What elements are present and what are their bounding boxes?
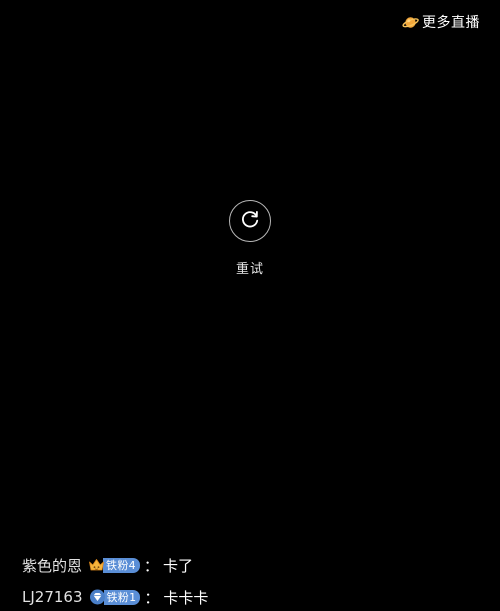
chat-list: 紫色的恩 铁粉4 ： 卡了 LJ27163 铁粉1 ： 卡卡卡 <box>22 551 492 611</box>
retry-circle[interactable] <box>229 200 271 242</box>
chat-separator: ： <box>143 556 159 575</box>
retry-label: 重试 <box>235 262 264 277</box>
refresh-icon <box>239 208 261 234</box>
fan-badge[interactable]: 铁粉4 <box>88 557 140 573</box>
chat-separator: ： <box>144 588 160 607</box>
fan-badge-label: 铁粉1 <box>103 589 141 605</box>
diamond-icon <box>89 589 106 605</box>
more-live-button[interactable]: 更多直播 <box>402 11 480 33</box>
chat-message-text: 卡了 <box>162 556 193 575</box>
fan-badge-label: 铁粉4 <box>103 557 140 573</box>
crown-icon <box>88 557 105 573</box>
chat-message-text: 卡卡卡 <box>163 588 209 607</box>
chat-message: 紫色的恩 铁粉4 ： 卡了 <box>22 551 492 579</box>
fan-badge[interactable]: 铁粉1 <box>89 589 141 605</box>
chat-username[interactable]: LJ27163 <box>22 588 83 606</box>
planet-icon <box>402 14 419 31</box>
more-live-label: 更多直播 <box>422 15 480 31</box>
retry-button[interactable]: 重试 <box>228 200 272 277</box>
chat-username[interactable]: 紫色的恩 <box>22 555 82 576</box>
